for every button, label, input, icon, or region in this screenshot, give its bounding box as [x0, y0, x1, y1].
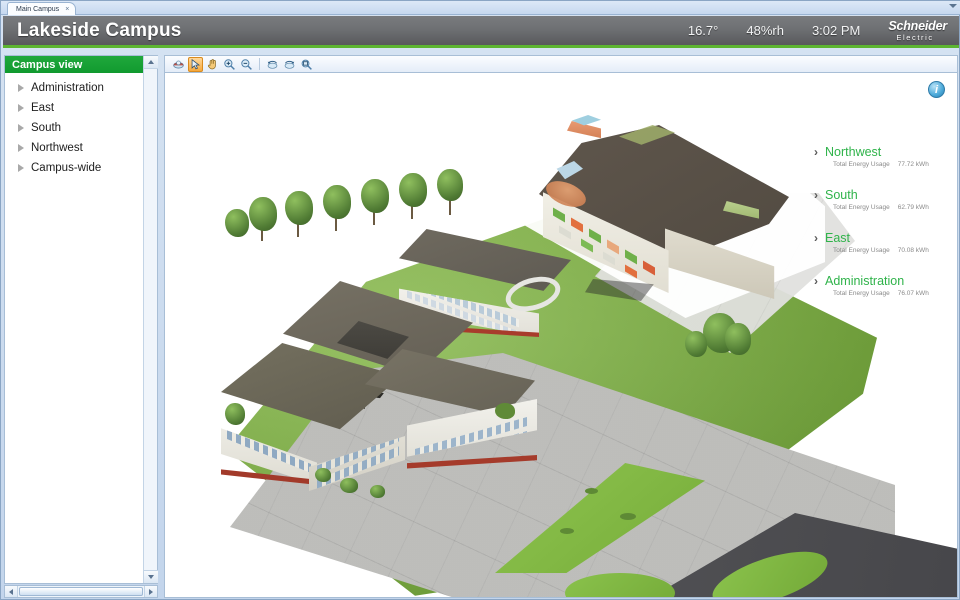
shrub-dot	[560, 528, 574, 534]
energy-metric-row: Total Energy Usage 77.72 kWh	[833, 161, 944, 168]
campus-3d-viewport[interactable]: i › Northwest Total Energy Usage 77.72 k…	[164, 72, 958, 598]
zoom-out-icon[interactable]	[239, 57, 254, 72]
app-header: Lakeside Campus 16.7° 48%rh 3:02 PM Schn…	[3, 16, 959, 48]
scroll-left-button[interactable]	[5, 586, 18, 597]
chevron-right-icon[interactable]: ›	[814, 232, 818, 244]
sidebar-vertical-scrollbar[interactable]	[143, 56, 158, 583]
sidebar-item-label: Northwest	[31, 142, 83, 154]
energy-metric-label: Total Energy Usage	[833, 290, 890, 297]
scrollbar-thumb[interactable]	[19, 587, 143, 596]
expand-triangle-icon[interactable]	[14, 104, 28, 112]
shrub-dot	[620, 513, 636, 520]
building-name-label: Administration	[825, 274, 905, 288]
shrub	[315, 468, 331, 482]
energy-item-northwest[interactable]: › Northwest Total Energy Usage 77.72 kWh	[814, 145, 944, 168]
building-name-label: South	[825, 188, 858, 202]
tab-strip: Main Campus ×	[1, 1, 960, 15]
campus-3d-scene: i › Northwest Total Energy Usage 77.72 k…	[165, 73, 957, 597]
energy-item-header: › South	[814, 188, 944, 202]
sidebar-header: Campus view	[5, 56, 157, 73]
expand-triangle-icon[interactable]	[14, 124, 28, 132]
sidebar-item-east[interactable]: East	[5, 98, 157, 118]
expand-triangle-icon[interactable]	[14, 164, 28, 172]
shrub	[225, 403, 245, 425]
sidebar-item-label: East	[31, 102, 55, 114]
scroll-up-button[interactable]	[144, 56, 158, 69]
energy-metric-label: Total Energy Usage	[833, 247, 890, 254]
logo-main-text: Schneider	[888, 19, 947, 33]
energy-metric-row: Total Energy Usage 76.07 kWh	[833, 290, 944, 297]
energy-item-header: › Northwest	[814, 145, 944, 159]
building-name-label: Northwest	[825, 145, 882, 159]
shrub-dot	[585, 488, 598, 494]
sidebar-item-label: Campus-wide	[31, 162, 102, 174]
sidebar-item-label: Administration	[31, 82, 104, 94]
shrub	[340, 478, 358, 493]
pan-hand-icon[interactable]	[205, 57, 220, 72]
rotate-left-icon[interactable]	[265, 57, 280, 72]
sidebar-horizontal-scrollbar[interactable]	[4, 585, 158, 598]
expand-triangle-icon[interactable]	[14, 84, 28, 92]
sidebar-item-label: South	[31, 122, 62, 134]
sidebar-item-south[interactable]: South	[5, 118, 157, 138]
energy-metric-row: Total Energy Usage 62.79 kWh	[833, 204, 944, 211]
logo-sub-text: Electric	[896, 32, 934, 42]
select-arrow-icon[interactable]	[188, 56, 203, 72]
energy-item-east[interactable]: › East Total Energy Usage 70.08 kWh	[814, 231, 944, 254]
header-status-group: 16.7° 48%rh 3:02 PM Schneider Electric	[674, 16, 959, 45]
energy-metric-value: 62.79 kWh	[897, 204, 929, 211]
sidebar-tree-panel: Campus view Administration East South No…	[4, 55, 158, 584]
sidebar-tree: Administration East South Northwest Camp…	[5, 73, 157, 178]
scroll-down-button[interactable]	[144, 570, 158, 583]
energy-metric-value: 70.08 kWh	[897, 247, 929, 254]
chevron-right-icon[interactable]: ›	[814, 189, 818, 201]
clock-readout: 3:02 PM	[811, 23, 861, 38]
tab-main-campus[interactable]: Main Campus ×	[7, 2, 77, 15]
sidebar-item-campus-wide[interactable]: Campus-wide	[5, 158, 157, 178]
toolbar-separator	[259, 58, 260, 70]
viewport-toolbar	[164, 55, 958, 72]
tab-close-icon[interactable]: ×	[65, 6, 69, 13]
building-energy-panel: › Northwest Total Energy Usage 77.72 kWh…	[814, 145, 944, 317]
temperature-readout: 16.7°	[687, 23, 719, 38]
energy-item-south[interactable]: › South Total Energy Usage 62.79 kWh	[814, 188, 944, 211]
arrow-right-icon	[149, 588, 153, 595]
energy-metric-label: Total Energy Usage	[833, 161, 890, 168]
arrow-down-icon	[148, 575, 154, 579]
fit-view-icon[interactable]	[299, 57, 314, 72]
building-administration[interactable]	[355, 343, 555, 503]
tree-canopy	[725, 323, 751, 355]
schneider-electric-logo: Schneider Electric	[874, 20, 959, 41]
sidebar-item-administration[interactable]: Administration	[5, 78, 157, 98]
energy-metric-value: 77.72 kWh	[897, 161, 929, 168]
energy-metric-label: Total Energy Usage	[833, 204, 890, 211]
zoom-in-icon[interactable]	[222, 57, 237, 72]
page-title: Lakeside Campus	[17, 19, 182, 41]
walk-navigate-icon[interactable]	[171, 57, 186, 72]
humidity-readout: 48%rh	[746, 23, 784, 38]
rotate-right-icon[interactable]	[282, 57, 297, 72]
chevron-right-icon[interactable]: ›	[814, 275, 818, 287]
sidebar-header-label: Campus view	[12, 58, 83, 71]
info-icon[interactable]: i	[928, 81, 945, 98]
arrow-up-icon	[148, 60, 154, 64]
scroll-right-button[interactable]	[144, 586, 157, 597]
tab-label: Main Campus	[16, 5, 60, 13]
energy-item-administration[interactable]: › Administration Total Energy Usage 76.0…	[814, 274, 944, 297]
energy-metric-value: 76.07 kWh	[897, 290, 929, 297]
chevron-down-icon[interactable]	[949, 4, 957, 8]
building-name-label: East	[825, 231, 851, 245]
energy-item-header: › East	[814, 231, 944, 245]
shrub	[495, 403, 515, 419]
shrub	[370, 485, 385, 498]
chevron-right-icon[interactable]: ›	[814, 146, 818, 158]
energy-item-header: › Administration	[814, 274, 944, 288]
expand-triangle-icon[interactable]	[14, 144, 28, 152]
arrow-left-icon	[9, 588, 13, 595]
energy-metric-row: Total Energy Usage 70.08 kWh	[833, 247, 944, 254]
application-window: Main Campus × Lakeside Campus 16.7° 48%r…	[0, 0, 960, 600]
sidebar-item-northwest[interactable]: Northwest	[5, 138, 157, 158]
tree-canopy	[685, 331, 707, 357]
